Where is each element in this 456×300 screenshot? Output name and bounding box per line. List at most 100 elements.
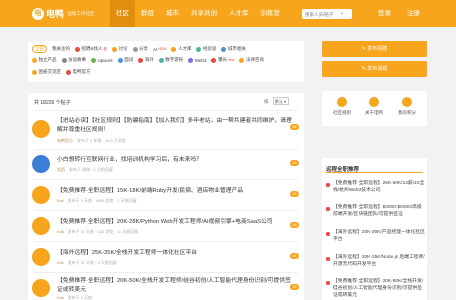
list-item-text[interactable]: 【免费推荐·全职远程】25K-50K/14薪/JS全栈/杭州Web3技术公司 — [333, 180, 425, 194]
about-link[interactable]: 关于电鸭 — [359, 97, 389, 116]
tag-label: 海外 — [144, 57, 154, 62]
tag-following[interactable]: 我关注的 — [52, 46, 70, 52]
post-item[interactable]: 【进站必读】【社区规则】【防骗指南】【加入我们】多年老站，由一帮共建者共同维护，… — [28, 116, 304, 146]
post-author[interactable]: Kali — [57, 229, 64, 234]
tag-exposure[interactable]: 曝光 new — [211, 57, 234, 63]
rule-label: 我的积分 — [398, 110, 416, 115]
tag-label: Upwork — [97, 57, 113, 63]
post-title[interactable]: 【免费推荐·全职远程】15K-18K/前端Ruby开发/民宿、酒店物业管理产品 — [57, 187, 293, 196]
post-item[interactable]: 小白想转行互联网行业，找培训机构学习后，有未来吗？ 凯西 发布于 刚刚 · 1 … — [28, 153, 304, 179]
post-meta: Kali 发布于 11 天前 · 183 浏览 · 11 天前回复 — [57, 229, 138, 235]
register-link[interactable]: 注册 — [407, 0, 420, 27]
tag-confusion[interactable]: 困惑交流区 — [32, 69, 61, 75]
tag-hiring[interactable]: 招聘&找人新 — [75, 46, 107, 52]
tag-upwork[interactable]: Upwork — [91, 57, 113, 63]
list-item[interactable]: 【海外远程】20K-25K/Node.js 后端工程师/开源无代码开发平台 — [326, 254, 425, 274]
post-title[interactable]: 【进站必读】【社区规则】【防骗指南】【加入我们】多年老站，由一帮共建者共同维护，… — [57, 117, 293, 135]
tag-official[interactable]: 电鸭官方 — [66, 69, 91, 75]
post-title[interactable]: 【海外远程】25K-35K/全栈开发工程师一体化社区平台 — [57, 249, 293, 258]
info-icon — [369, 97, 379, 107]
list-item-text[interactable]: 【海外远程】20K-30K/产品经理一体化社区平台 — [333, 229, 425, 243]
post-author[interactable]: 电鸭官方 — [57, 138, 73, 143]
post-topic-button[interactable]: ✎ 发布话题 — [322, 61, 427, 77]
sort-select[interactable]: 默认 ▾ — [273, 97, 289, 105]
avatar[interactable] — [32, 186, 50, 204]
list-item-text[interactable]: 【免费推荐·全职远程】20K-50K/全栈开发/硅谷初创/人工智能代理身份识别/… — [333, 278, 425, 299]
post-author[interactable]: 凯西 — [57, 167, 65, 172]
experience-icon — [196, 46, 202, 52]
rule-label: 社区规则 — [333, 110, 351, 115]
post-item[interactable]: 【免费推荐·全职远程】20K-28K/Python Web开发工程师/AI视频引… — [28, 213, 304, 239]
tag-discussion[interactable]: 讨论 — [112, 46, 128, 52]
bullet-icon — [326, 232, 330, 236]
avatar[interactable] — [32, 279, 50, 297]
avatar[interactable] — [32, 248, 50, 266]
post-topic-label: 发布话题 — [367, 66, 388, 72]
nav-item-cities[interactable]: 城市 — [160, 0, 185, 27]
upwork-icon — [91, 57, 96, 63]
post-item[interactable]: 【免费推荐·全职远程】15K-18K/前端Ruby开发/民宿、酒店物业管理产品 … — [28, 182, 304, 208]
avatar[interactable] — [32, 155, 50, 173]
divider — [34, 210, 298, 211]
nav-item-community[interactable]: 社区 — [110, 0, 135, 27]
nav-item-bootcamp[interactable]: 训练营 — [255, 0, 287, 27]
tag-badge: 新 — [103, 46, 108, 51]
nav-item-talent[interactable]: 人才库 — [223, 0, 255, 27]
post-meta-text: 发布于 刚刚 · 1 月前回复 — [69, 167, 114, 172]
list-item-text[interactable]: 【免费推荐·全职远程】$4000-$6000/高级前端开发/区块链团队/可提供签… — [333, 204, 425, 218]
tag-overseas[interactable]: 海外 — [138, 57, 154, 63]
tag-legal[interactable]: 法律咨询 — [239, 57, 264, 63]
tag-city[interactable]: 城市相关 — [221, 46, 246, 52]
tag-web3[interactable]: Web3 — [188, 57, 207, 63]
tag-talent-pool[interactable]: 人才库 — [171, 46, 191, 52]
my-points-link[interactable]: 我的积分 — [392, 97, 422, 116]
post-job-button[interactable]: ✎ 发布招聘 — [322, 41, 427, 57]
hiring-icon — [75, 46, 80, 52]
site-logo[interactable]: 电 电鸭 远程工作社区 — [32, 7, 94, 20]
post-item[interactable]: 【免费推荐·全职远程】20K-50K/全栈开发工程师/硅谷初创/人工智能代理身份… — [28, 275, 304, 300]
post-meta-text: 发布于 3 年前 · 14.5 万浏览 — [77, 138, 126, 143]
login-link[interactable]: 登录 — [378, 0, 391, 27]
tag-row: 困惑交流区 电鸭官方 — [32, 69, 96, 75]
reply-count-badge: 96 — [290, 124, 299, 130]
list-item[interactable]: 【海外远程】20K-30K/产品经理一体化社区平台 — [326, 229, 425, 249]
post-title[interactable]: 小白想转行互联网行业，找培训机构学习后，有未来吗？ — [57, 156, 293, 165]
nav-item-co-creation[interactable]: 共享共创 — [185, 0, 223, 27]
reply-count-badge: 16 — [290, 191, 299, 197]
list-item[interactable]: 【免费推荐·全职远程】25K-50K/14薪/JS全栈/杭州Web3技术公司 — [326, 180, 424, 200]
tag-experience[interactable]: 经验谈 — [196, 46, 216, 52]
list-item-text[interactable]: 【海外远程】20K-25K/Node.js 后端工程师/开源无代码开发平台 — [333, 254, 425, 268]
tag-ai[interactable]: AI NEW — [153, 47, 166, 52]
reply-count-badge: 16 — [290, 222, 299, 228]
list-item[interactable]: 【免费推荐·全职远程】20K-50K/全栈开发/硅谷初创/人工智能代理身份识别/… — [326, 278, 424, 300]
post-meta-text: 发布于 11 天前 · 183 浏览 · 11 天前回复 — [67, 229, 139, 234]
tag-label: Web3 — [194, 57, 207, 63]
tag-indie-product[interactable]: 独立产品 — [32, 57, 57, 63]
tag-job-interview[interactable]: 面试 — [117, 57, 133, 63]
post-title[interactable]: 【免费推荐·全职远程】20K-28K/Python Web开发工程师/AI视频引… — [57, 218, 293, 227]
tag-all[interactable]: 全部 — [32, 45, 47, 53]
post-author[interactable]: Kali — [57, 260, 64, 265]
search-icon[interactable]: ⌕ — [337, 10, 347, 18]
web3-icon — [188, 57, 194, 63]
reply-count-badge: 16 — [290, 284, 299, 290]
community-rules-link[interactable]: 社区规则 — [327, 97, 357, 116]
tag-badge: NEW — [158, 47, 167, 51]
nav-item-groups[interactable]: 群组 — [135, 0, 160, 27]
tag-label: AI — [153, 46, 158, 52]
tag-label: 招聘&找人 — [81, 46, 103, 51]
legal-icon — [239, 57, 245, 63]
tag-share[interactable]: 分享 — [132, 46, 148, 52]
sort-value: 默认 — [275, 99, 283, 104]
post-author[interactable]: Kali — [57, 198, 64, 203]
post-author[interactable]: Kali — [57, 295, 64, 300]
tag-interviews[interactable]: 访谈故事 — [61, 57, 86, 63]
post-meta-text: 发布于 1 天前 · 4096 浏览 · 1 天前回复 — [67, 198, 137, 203]
post-item[interactable]: 【海外远程】25K-35K/全栈开发工程师一体化社区平台 Kali 发布于 11… — [28, 244, 304, 270]
avatar[interactable] — [32, 120, 50, 138]
avatar[interactable] — [32, 217, 50, 235]
list-item[interactable]: 【免费推荐·全职远程】$4000-$6000/高级前端开发/区块链团队/可提供签… — [326, 204, 424, 224]
post-title[interactable]: 【免费推荐·全职远程】20K-50K/全栈开发工程师/硅谷初创/人工智能代理身份… — [57, 277, 293, 295]
tag-digital-nomad[interactable]: 数字游民 — [158, 57, 183, 63]
tag-label: 访谈故事 — [68, 57, 86, 62]
